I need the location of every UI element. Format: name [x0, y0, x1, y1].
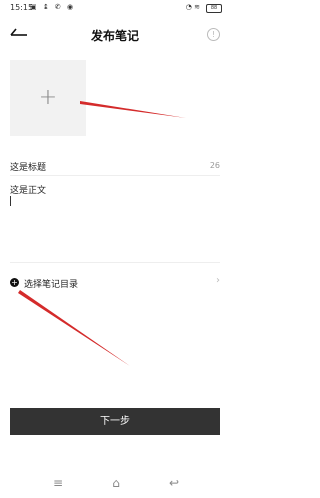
system-nav-bar: ≡ ⌂ ↩ [0, 470, 230, 498]
annotation-arrow-2 [18, 290, 130, 366]
back-nav-icon[interactable]: ↩ [164, 476, 184, 490]
home-icon[interactable]: ⌂ [106, 476, 126, 490]
annotation-arrow-1 [80, 101, 186, 118]
menu-icon[interactable]: ≡ [48, 476, 68, 490]
next-step-button[interactable]: 下一步 [10, 408, 220, 435]
